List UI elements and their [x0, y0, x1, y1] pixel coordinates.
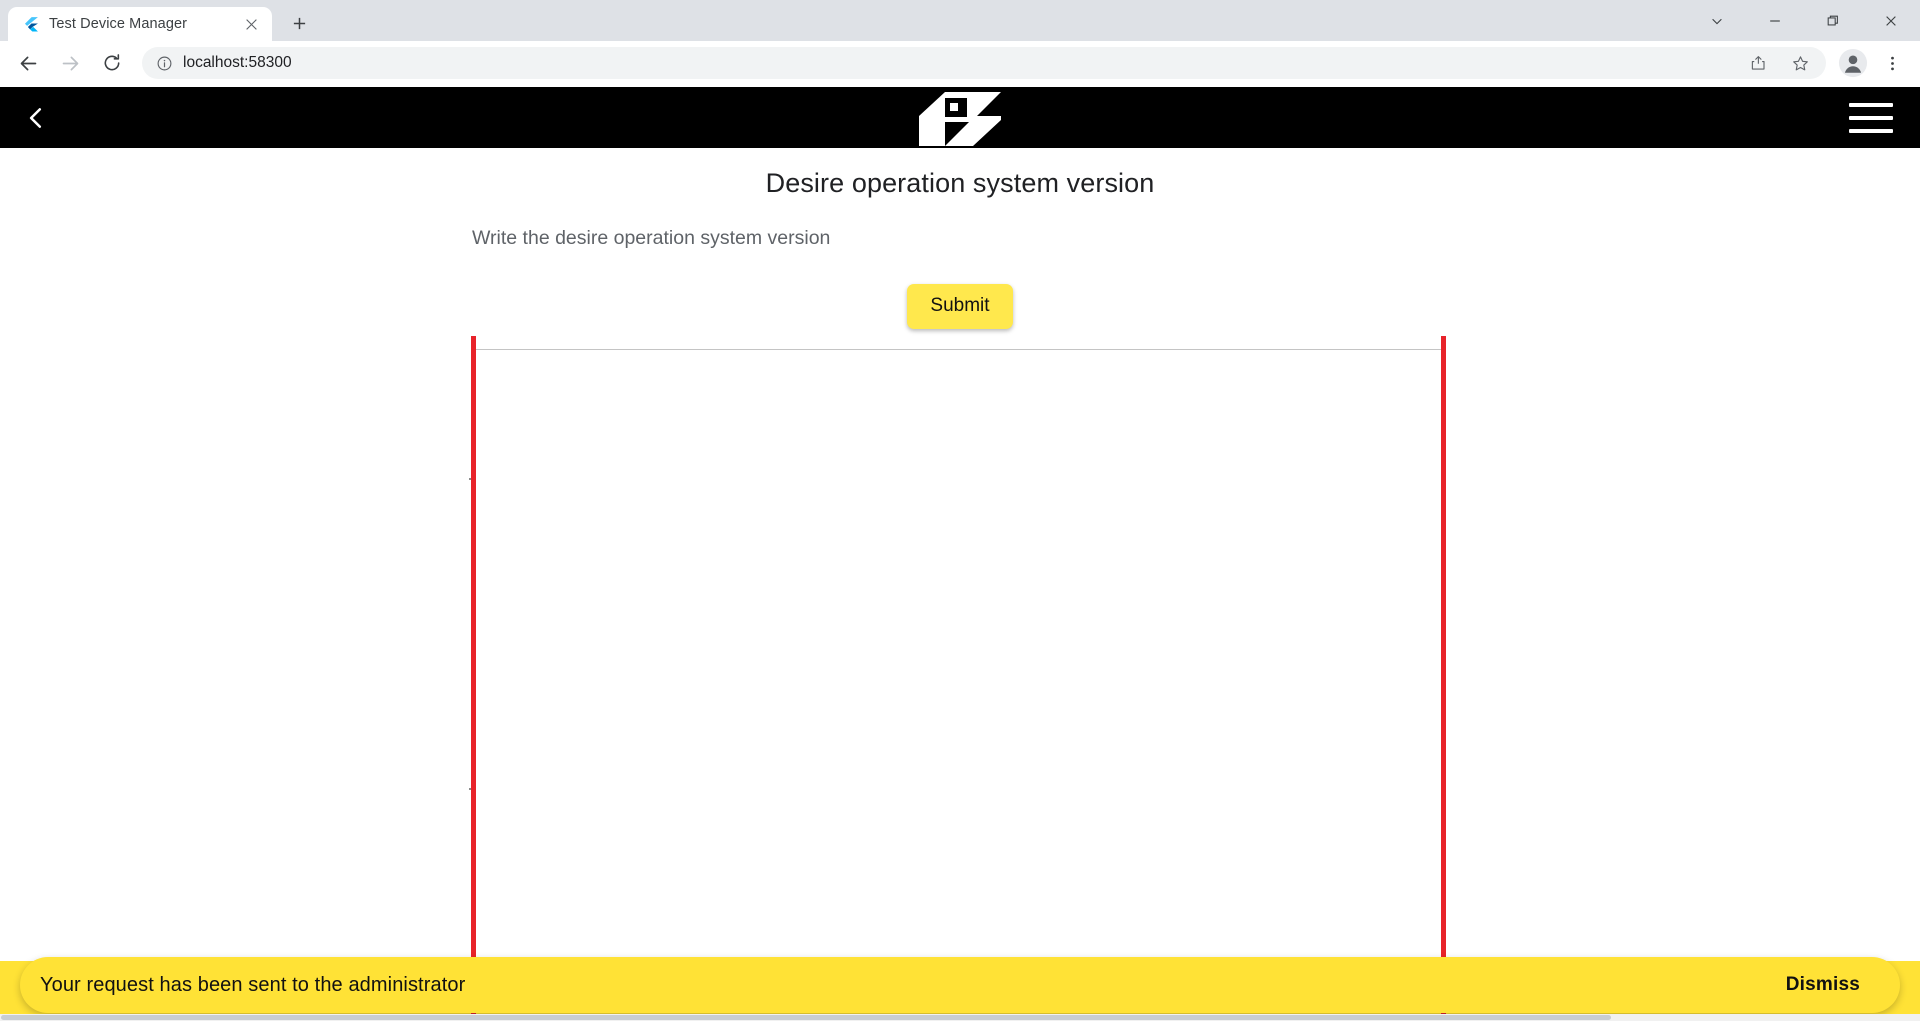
debug-tick: [469, 788, 471, 790]
star-icon[interactable]: [1780, 43, 1820, 83]
profile-avatar-icon[interactable]: [1836, 46, 1870, 80]
restore-icon[interactable]: [1804, 0, 1862, 41]
floating-snackbar-message: Your request has been sent to the admini…: [40, 973, 466, 996]
page-title: Desire operation system version: [765, 168, 1155, 198]
scrollbar-thumb[interactable]: [1, 1015, 1611, 1020]
horizontal-scrollbar[interactable]: [0, 1014, 1920, 1021]
brand-r-logo: [0, 87, 1920, 148]
hamburger-bar: [1849, 115, 1893, 120]
hamburger-menu-icon[interactable]: [1840, 87, 1902, 148]
forward-icon[interactable]: [50, 43, 90, 83]
os-version-field-label: Write the desire operation system versio…: [472, 227, 831, 249]
os-version-input[interactable]: [473, 349, 1444, 350]
url-text[interactable]: localhost:58300: [183, 54, 1728, 72]
tab-search-icon[interactable]: [1688, 0, 1746, 41]
window-controls: [1688, 0, 1920, 41]
page-viewport: Desire operation system version Write th…: [0, 87, 1920, 1021]
info-icon[interactable]: [156, 55, 173, 72]
tab-close-icon[interactable]: [240, 13, 262, 35]
omnibox-actions: [1738, 43, 1820, 83]
app-bar: [0, 87, 1920, 148]
browser-toolbar: localhost:58300: [0, 41, 1920, 86]
tab-title: Test Device Manager: [49, 16, 188, 32]
debug-guide-left: [471, 336, 476, 1021]
debug-tick: [469, 478, 471, 480]
browser-window: Test Device Manager localhost:58300 Desi…: [0, 0, 1920, 1021]
new-tab-button[interactable]: [282, 6, 316, 40]
form-content: Desire operation system version Write th…: [0, 168, 1920, 1021]
three-dot-menu-icon[interactable]: [1872, 43, 1912, 83]
browser-tab[interactable]: Test Device Manager: [8, 7, 272, 41]
chevron-left-icon[interactable]: [0, 87, 72, 148]
address-bar[interactable]: localhost:58300: [142, 47, 1826, 79]
hamburger-bar: [1849, 102, 1893, 107]
flutter-logo-icon: [22, 16, 39, 33]
reload-icon[interactable]: [92, 43, 132, 83]
close-icon[interactable]: [1862, 0, 1920, 41]
submit-row: Submit: [0, 284, 1920, 329]
debug-guide-right: [1441, 336, 1446, 1021]
minimize-icon[interactable]: [1746, 0, 1804, 41]
floating-snackbar: Your request has been sent to the admini…: [20, 957, 1900, 1013]
share-icon[interactable]: [1738, 43, 1778, 83]
floating-snackbar-dismiss-button[interactable]: Dismiss: [1786, 974, 1860, 996]
tab-strip: Test Device Manager: [0, 0, 1920, 41]
back-icon[interactable]: [8, 43, 48, 83]
submit-button[interactable]: Submit: [907, 284, 1013, 329]
hamburger-bar: [1849, 128, 1893, 133]
